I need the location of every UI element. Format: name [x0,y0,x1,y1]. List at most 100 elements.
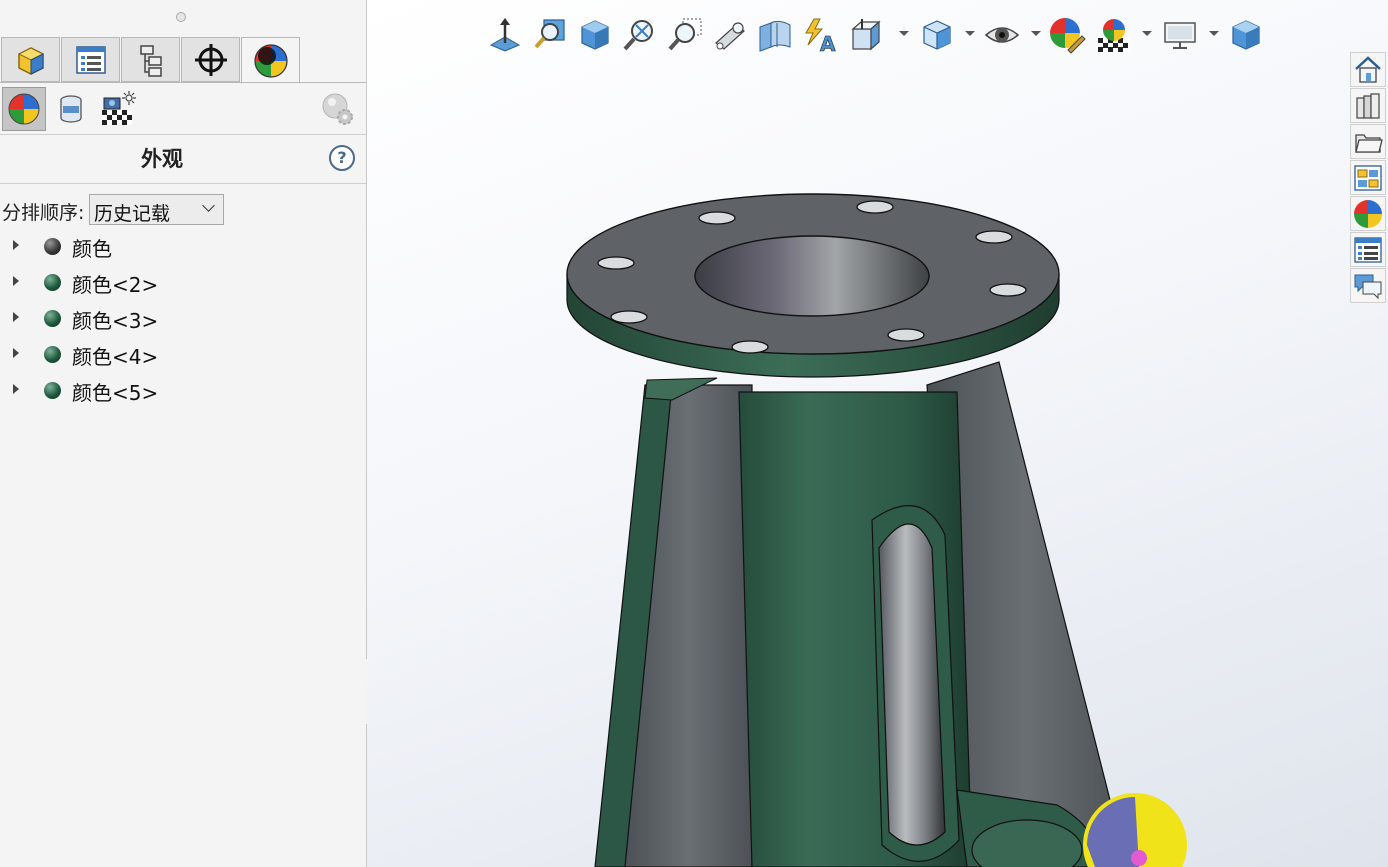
tree-item-label: 颜色<2> [72,273,159,297]
tab-feature-manager[interactable] [1,37,60,82]
view-orientation-icon [851,19,881,51]
subtab-render-settings[interactable] [316,87,360,131]
tab-display-manager[interactable] [241,37,300,84]
manager-tabs [0,37,366,84]
sort-order-select[interactable]: 历史记载 [89,194,224,225]
help-button[interactable]: ? [329,145,355,171]
hud-button-zoom-in-out[interactable] [620,12,660,58]
model-render [566,193,1187,867]
tree-item[interactable]: 颜色<5> [0,373,360,407]
edit-appearance-icon [1050,18,1086,54]
hud-button-edit-appearance[interactable] [1047,12,1087,58]
custom-properties-icon [1354,236,1382,263]
subtab-appearances[interactable] [2,87,46,131]
property-manager-icon [75,45,106,74]
tab-divider [0,82,366,83]
chevron-down-icon[interactable] [1031,31,1041,36]
task-pane-tabs [1348,50,1388,303]
chevron-down-icon [202,199,215,212]
tree-item-label: 颜色<3> [72,309,159,333]
graphics-area[interactable]: A [367,0,1388,867]
tree-item[interactable]: 颜色<2> [0,265,360,299]
scene-lights-cameras-icon [102,91,136,125]
forum-icon [1354,274,1382,299]
zoom-in-out-icon [623,20,653,51]
display-manager-icon [253,43,288,78]
hud-button-3d-view[interactable] [1226,12,1266,58]
hud-button-normal-to[interactable] [485,12,525,58]
decals-icon [60,95,82,123]
color-swatch-icon [44,310,61,327]
feature-manager-panel: 外观 ? 分排顺序: 历史记载 颜色 颜色<2> 颜色<3> 颜色<4> 颜色<… [0,0,367,867]
sort-order-value: 历史记载 [94,203,171,225]
render-settings-icon [322,93,353,125]
tab-dimxpert-manager[interactable] [181,37,240,82]
task-pane-custom-properties[interactable] [1350,232,1386,267]
display-subtabs [0,84,366,134]
section-view-icon [759,20,791,52]
chevron-down-icon[interactable] [899,31,909,36]
expand-arrow-icon[interactable] [13,240,19,250]
task-pane-appearances[interactable] [1350,196,1386,231]
appearances-icon [8,93,40,125]
configuration-manager-icon [139,44,162,77]
tree-item-label: 颜色<5> [72,381,159,405]
tree-item-label: 颜色 [72,237,112,261]
zoom-to-fit-icon [534,19,565,49]
dimxpert-icon [194,43,227,76]
expand-arrow-icon[interactable] [13,348,19,358]
panel-header: 外观 ? [0,134,366,184]
view-orientation-cube-icon [581,20,609,50]
hud-button-section-view[interactable] [755,12,795,58]
hud-button-zoom-to-fit[interactable] [530,12,570,58]
3d-view-cube-icon [1232,20,1260,50]
svg-text:A: A [820,32,836,53]
hud-button-dynamic-annotation[interactable]: A [800,12,840,58]
file-explorer-icon [1355,133,1383,153]
chevron-down-icon[interactable] [1209,31,1219,36]
chevron-down-icon[interactable] [1142,31,1152,36]
task-pane-file-explorer[interactable] [1350,124,1386,159]
tree-item[interactable]: 颜色<4> [0,337,360,371]
chevron-down-icon[interactable] [965,31,975,36]
hud-button-view-cube[interactable] [575,12,615,58]
expand-arrow-icon[interactable] [13,276,19,286]
sort-label: 分排顺序: [2,202,85,224]
tree-item[interactable]: 颜色 [0,229,360,263]
panel-grip[interactable] [176,12,186,22]
tab-property-manager[interactable] [61,37,120,82]
view-palette-icon [1354,164,1382,191]
subtab-scene-lights-cameras[interactable] [96,87,140,131]
view-settings-icon [1164,22,1196,49]
task-pane-resources[interactable] [1350,52,1386,87]
expand-arrow-icon[interactable] [13,384,19,394]
hud-button-view-orientation[interactable] [845,12,885,58]
tree-item[interactable]: 颜色<3> [0,301,360,335]
hud-button-previous-view[interactable] [710,12,750,58]
solidworks-resources-icon [1355,55,1381,83]
zoom-to-area-icon [668,18,702,51]
color-swatch-icon [44,238,61,255]
color-swatch-icon [44,274,61,291]
tree-item-label: 颜色<4> [72,345,159,369]
appearances-scenes-icon [1354,199,1382,228]
hud-button-view-settings[interactable] [1160,12,1200,58]
dynamic-annotation-icon: A [805,18,836,53]
hud-button-zoom-to-area[interactable] [665,12,705,58]
expand-arrow-icon[interactable] [13,312,19,322]
panel-title: 外观 [141,147,183,171]
subtab-decals[interactable] [49,87,93,131]
previous-view-icon [715,22,745,50]
hud-button-apply-scene[interactable] [1094,12,1134,58]
color-swatch-icon [44,382,61,399]
task-pane-design-library[interactable] [1350,88,1386,123]
hud-button-display-style[interactable] [917,12,957,58]
part-icon [17,46,44,75]
hud-button-hide-show[interactable] [982,12,1022,58]
apply-scene-icon [1098,19,1130,52]
display-style-icon [923,20,951,50]
tab-configuration-manager[interactable] [121,37,180,82]
hide-show-items-icon [984,27,1020,43]
task-pane-view-palette[interactable] [1350,160,1386,195]
task-pane-forum[interactable] [1350,268,1386,303]
